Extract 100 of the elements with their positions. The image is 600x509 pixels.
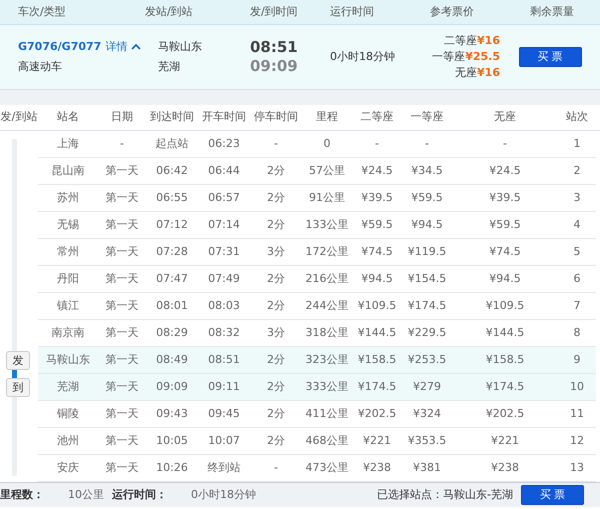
table-cell: 2分 [267,434,285,447]
ticket-price: ¥25.5 [465,50,500,63]
column-header: 车次/类型 [18,4,66,18]
table-cell: ¥94.5 [361,272,393,285]
table-cell: ¥221 [363,434,391,447]
table-cell: 3 [574,191,580,204]
table-cell: 216公里 [306,272,348,285]
table-cell: 2分 [267,191,285,204]
table-cell: 2分 [267,164,285,177]
table-cell: 08:03 [208,299,240,312]
table-cell: ¥59.5 [361,218,393,231]
stop-row[interactable]: 发 马鞍山东 第一天 08:49 08:51 2分 323公里 ¥158.5 ¥253.5 ¥158.5 9 [0,347,600,374]
table-cell: 2分 [267,299,285,312]
stop-row[interactable]: 池州 第一天 10:05 10:07 2分 468公里 ¥221 ¥353.5 ¥221 12 [0,428,600,455]
buy-button[interactable]: 买 票 [518,47,582,67]
column-header: 发/到时间 [250,4,298,18]
table-cell: ¥34.5 [411,164,443,177]
table-cell: ¥39.5 [489,191,521,204]
distance-label: 里程数： [0,486,44,503]
seat-class: 二等座 [444,34,478,47]
table-cell: 镇江 [57,299,79,312]
table-cell: 第一天 [106,164,138,177]
table-cell: 06:44 [208,164,240,177]
table-cell: 8 [574,326,580,339]
table-cell: 昆山南 [52,164,84,177]
table-cell: 铜陵 [57,407,79,420]
train-number-link[interactable]: G7076/G7077 [18,38,102,55]
table-cell: 08:51 [208,353,240,366]
travel-duration: 0小时18分钟 [330,50,395,63]
stop-row[interactable]: 苏州 第一天 06:55 06:57 2分 91公里 ¥39.5 ¥59.5 ¥39.5 3 [0,185,600,212]
table-cell: 第一天 [106,191,138,204]
stop-row[interactable]: 常州 第一天 07:28 07:31 3分 172公里 ¥74.5 ¥119.5 ¥74.5 5 [0,239,600,266]
stop-row[interactable]: 上海 - 起点站 06:23 - 0 - - - 1 [0,131,600,158]
table-cell: 5 [574,245,580,258]
table-cell: 09:09 [156,380,188,393]
stop-row[interactable]: 无锡 第一天 07:12 07:14 2分 133公里 ¥59.5 ¥94.5 ¥59.5 4 [0,212,600,239]
stop-row[interactable]: 铜陵 第一天 09:43 09:45 2分 411公里 ¥202.5 ¥324 ¥202.5 11 [0,401,600,428]
table-cell: 上海 [57,137,79,150]
column-header: 二等座 [360,110,394,124]
selected-stations: 已选择站点：马鞍山东-芜湖 [377,486,513,503]
column-header: 日期 [111,110,133,124]
table-cell: 91公里 [309,191,345,204]
table-cell: 07:47 [156,272,188,285]
table-cell: 第一天 [106,461,138,474]
table-cell: ¥24.5 [489,164,521,177]
table-cell: 1 [574,137,580,150]
table-cell: ¥202.5 [486,407,524,420]
column-header: 发站/到站 [145,4,193,18]
table-cell: 起点站 [156,137,188,150]
table-cell: 池州 [57,434,79,447]
column-header: 站次 [566,110,588,124]
table-cell: 08:29 [156,326,188,339]
table-cell: ¥59.5 [411,191,443,204]
table-cell: 06:42 [156,164,188,177]
table-cell: 第一天 [106,434,138,447]
column-header: 发/到站 [0,110,38,124]
table-cell: ¥253.5 [408,353,446,366]
table-cell: ¥202.5 [358,407,396,420]
table-cell: 09:43 [156,407,188,420]
table-cell: 411公里 [306,407,348,420]
column-header: 一等座 [410,110,444,124]
table-cell: 第一天 [106,326,138,339]
table-cell: 12 [570,434,584,447]
table-cell: 07:14 [208,218,240,231]
table-cell: 南京南 [52,326,84,339]
table-cell: 2分 [267,380,285,393]
details-link[interactable]: 详情 [105,38,142,55]
table-cell: 08:49 [156,353,188,366]
stop-row[interactable]: 昆山南 第一天 06:42 06:44 2分 57公里 ¥24.5 ¥34.5 ¥24.5 2 [0,158,600,185]
column-header: 无座 [494,110,516,124]
table-cell: 终到站 [208,461,240,474]
table-cell: 无锡 [57,218,79,231]
table-cell: 2分 [267,407,285,420]
stop-row[interactable]: 镇江 第一天 08:01 08:03 2分 244公里 ¥109.5 ¥174.5 ¥109.5 7 [0,293,600,320]
table-cell: 9 [574,353,580,366]
selected-route-segment [12,370,17,378]
table-cell: 马鞍山东 [46,353,90,366]
duration-label: 运行时间： [112,486,167,503]
table-cell: ¥324 [413,407,441,420]
table-cell: 07:12 [156,218,188,231]
table-cell: 7 [574,299,580,312]
table-cell: 3分 [267,326,285,339]
stop-row[interactable]: 到 芜湖 第一天 09:09 09:11 2分 333公里 ¥174.5 ¥279 ¥174.5 10 [0,374,600,401]
table-cell: 468公里 [306,434,348,447]
table-cell: - [425,137,429,150]
table-cell: 473公里 [306,461,348,474]
buy-button[interactable]: 买 票 [521,485,584,505]
table-cell: ¥74.5 [361,245,393,258]
seat-class: 无座 [455,66,478,79]
ticket-price: ¥16 [477,66,500,79]
table-cell: ¥158.5 [486,353,524,366]
table-cell: 丹阳 [57,272,79,285]
table-cell: ¥39.5 [361,191,393,204]
stop-row[interactable]: 丹阳 第一天 07:47 07:49 2分 216公里 ¥94.5 ¥154.5 ¥94.5 6 [0,266,600,293]
table-cell: 第一天 [106,407,138,420]
table-cell: ¥154.5 [408,272,446,285]
table-cell: 11 [570,407,584,420]
table-cell: ¥158.5 [358,353,396,366]
table-cell: ¥279 [413,380,441,393]
table-cell: ¥381 [413,461,441,474]
